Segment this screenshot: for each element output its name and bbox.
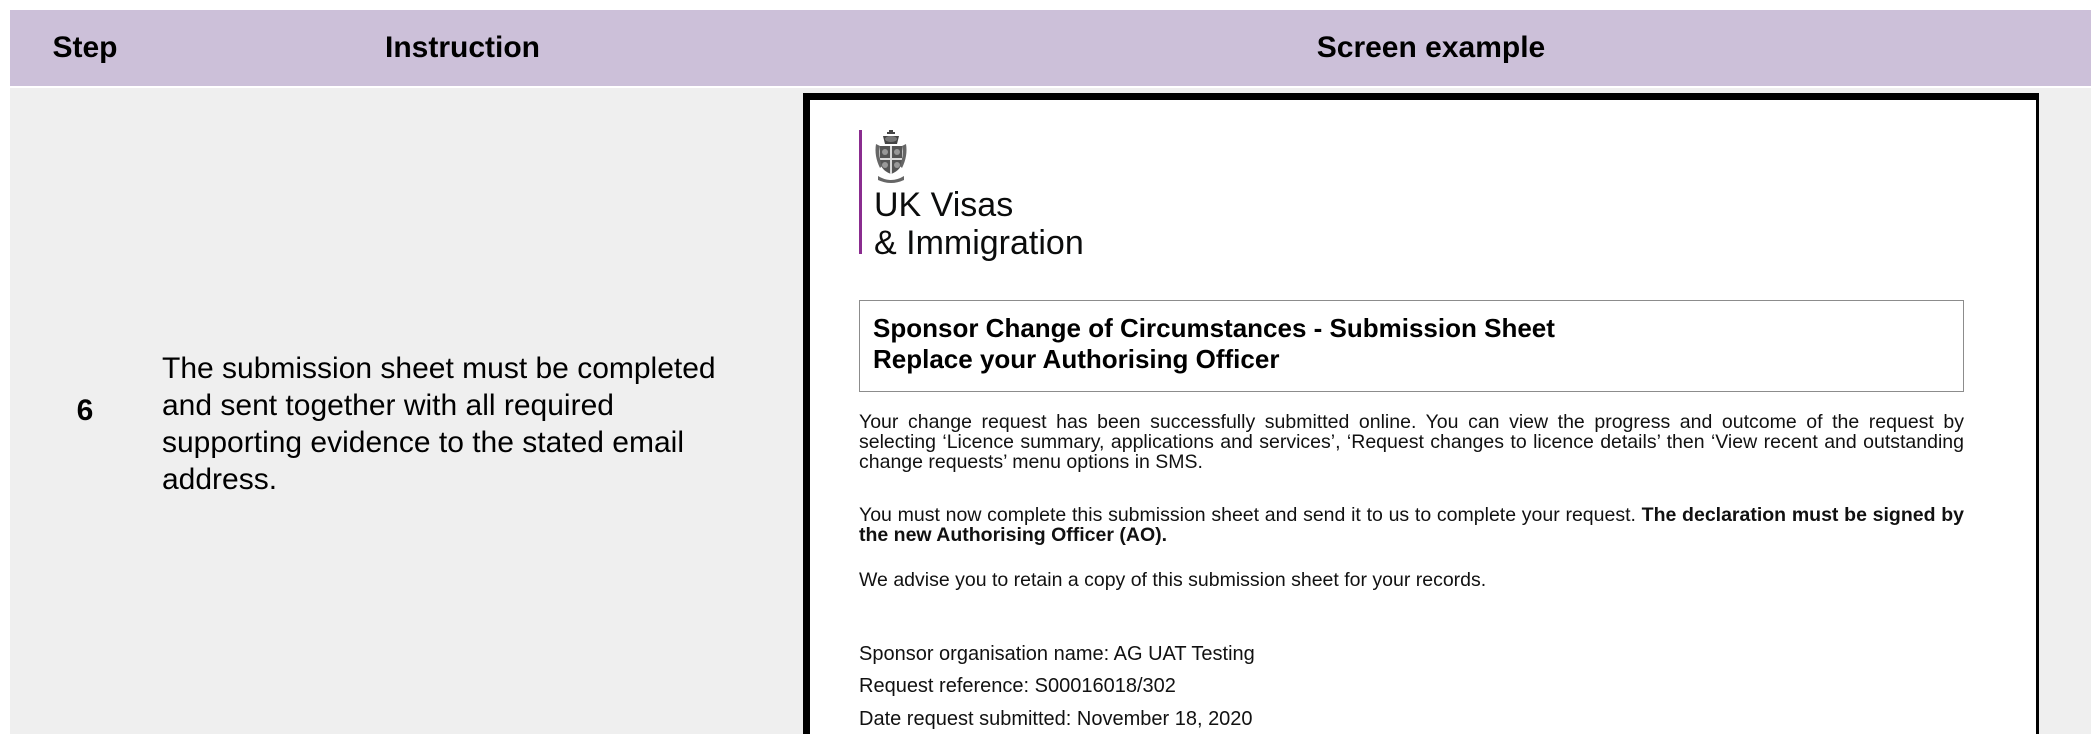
ukvi-logo: UK Visas & Immigration (859, 130, 1084, 262)
logo-text-line2: & Immigration (874, 224, 1084, 262)
submission-subtitle: Replace your Authorising Officer (873, 344, 1280, 374)
screen-example: UK Visas & Immigration Sponsor Change of… (803, 93, 2039, 734)
request-reference: Request reference: S00016018/302 (859, 675, 1176, 697)
progress-paragraph: Your change request has been successfull… (859, 411, 1964, 473)
header-instruction: Instruction (385, 31, 540, 64)
instruction-text: The submission sheet must be completed a… (162, 352, 716, 496)
submission-title: Sponsor Change of Circumstances - Submis… (873, 313, 1555, 343)
submission-title-box: Sponsor Change of Circumstances - Submis… (859, 300, 1964, 392)
header-screen-example: Screen example (1316, 31, 1546, 64)
royal-crest-icon (875, 130, 907, 183)
step-number-text: 6 (76, 394, 94, 427)
date-request-submitted: Date request submitted: November 18, 202… (859, 708, 1253, 730)
table-row: 6 The submission sheet must be completed… (10, 88, 2091, 734)
declaration-paragraph: You must now complete this submission sh… (859, 505, 1964, 545)
header-step: Step (52, 31, 118, 64)
retain-copy-paragraph: We advise you to retain a copy of this s… (859, 569, 1487, 591)
logo-text-line1: UK Visas (874, 186, 1014, 224)
declaration-text: You must now complete this submission sh… (859, 504, 1642, 526)
table-header-row: Step Instruction Screen example (10, 10, 2091, 86)
sponsor-organisation-name: Sponsor organisation name: AG UAT Testin… (859, 643, 1255, 665)
step-number: 6 (10, 88, 160, 734)
instruction-table: Step Instruction Screen example 6 The su… (10, 10, 2091, 734)
